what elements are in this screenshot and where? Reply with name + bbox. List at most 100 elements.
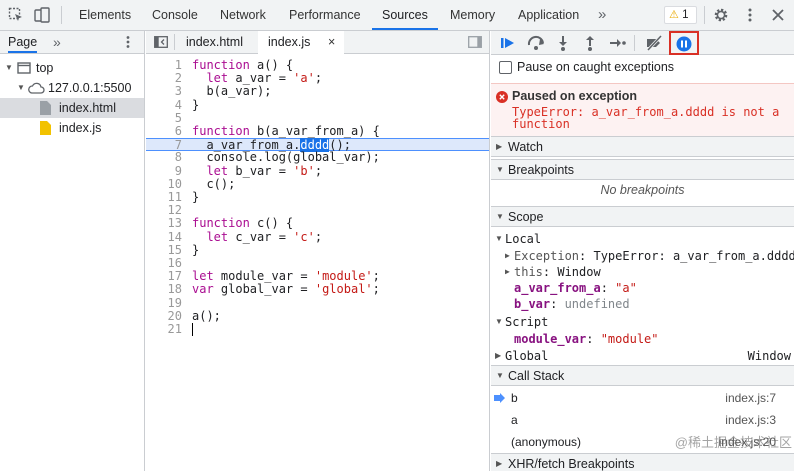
line-number[interactable]: 21 — [146, 322, 182, 336]
scope-module-var[interactable]: module_var: "module" — [491, 331, 794, 347]
call-frame-location[interactable]: index.js:3 — [725, 409, 776, 431]
code-line[interactable]: 8 console.log(global_var); — [146, 151, 489, 164]
tab-page[interactable]: Page — [8, 31, 38, 53]
tab-application[interactable]: Application — [518, 0, 579, 30]
scope-this[interactable]: ▶ this: Window — [491, 264, 794, 280]
code-line[interactable]: 2 let a_var = 'a'; — [146, 71, 489, 85]
code-line[interactable]: 10 c(); — [146, 177, 489, 191]
code-line[interactable]: 14 let c_var = 'c'; — [146, 230, 489, 244]
scope-b-var[interactable]: b_var: undefined — [491, 296, 794, 312]
line-number[interactable]: 3 — [146, 85, 182, 98]
call-stack-section-header[interactable]: ▼ Call Stack — [491, 365, 794, 386]
settings-gear-icon[interactable] — [713, 7, 729, 23]
toggle-navigator-icon[interactable] — [154, 36, 168, 48]
tab-console[interactable]: Console — [152, 0, 198, 30]
section-title: Call Stack — [508, 369, 565, 383]
pause-on-exceptions-button[interactable] — [669, 31, 699, 55]
navigator-header: Page » — [0, 31, 144, 54]
customize-menu-icon[interactable] — [742, 7, 758, 23]
line-number[interactable]: 19 — [146, 296, 182, 310]
tab-network[interactable]: Network — [220, 0, 266, 30]
file-navigator: Page » ▼ top ▼ 127.0.0.1:5500 index.html… — [0, 31, 145, 471]
navigator-menu-icon[interactable] — [121, 35, 135, 49]
scope-value: TypeError: a_var_from_a.dddd — [593, 249, 794, 263]
tree-item-index-html[interactable]: index.html — [0, 98, 144, 118]
scope-local-label: Local — [505, 232, 542, 246]
pause-on-caught-checkbox[interactable] — [499, 61, 512, 74]
line-number[interactable]: 13 — [146, 217, 182, 230]
paused-error-message: TypeError: a_var_from_a.dddd is not a fu… — [512, 105, 780, 131]
inspect-element-icon[interactable] — [8, 7, 24, 23]
call-frame-location[interactable]: index.js:7 — [725, 387, 776, 409]
line-number[interactable]: 14 — [146, 230, 182, 244]
scope-exception[interactable]: ▶ Exception: TypeError: a_var_from_a.ddd… — [491, 248, 794, 264]
line-number[interactable]: 18 — [146, 283, 182, 296]
scope-value: "module" — [600, 332, 659, 346]
tree-item-host[interactable]: ▼ 127.0.0.1:5500 — [0, 78, 144, 98]
code-line[interactable]: 13 function c() { — [146, 217, 489, 230]
tab-performance[interactable]: Performance — [289, 0, 361, 30]
scope-script[interactable]: ▼ Script — [491, 314, 794, 330]
code-line[interactable]: 11} — [146, 190, 489, 204]
breakpoints-section-header[interactable]: ▼ Breakpoints — [491, 159, 794, 180]
expand-arrow-icon[interactable]: ▼ — [5, 58, 13, 78]
code-text: let b_var = 'b'; — [206, 163, 323, 178]
call-frame[interactable]: a index.js:3 — [491, 409, 794, 431]
scope-local[interactable]: ▼ Local — [491, 231, 794, 247]
editor-tab-index-js[interactable]: index.js × — [258, 31, 344, 54]
step-into-icon[interactable] — [553, 34, 573, 52]
debugger-divider — [634, 35, 635, 51]
code-line[interactable]: 4} — [146, 98, 489, 112]
code-line[interactable]: 21 — [146, 322, 489, 336]
code-line[interactable]: 3 b(a_var); — [146, 85, 489, 98]
code-line[interactable]: 12 — [146, 203, 489, 217]
no-breakpoints-text: No breakpoints — [600, 183, 685, 197]
scope-global-label: Global — [505, 349, 549, 363]
scope-section-header[interactable]: ▼ Scope — [491, 206, 794, 227]
tree-item-index-js[interactable]: index.js — [0, 118, 144, 138]
error-icon — [496, 91, 508, 103]
code-text: function b(a_var_from_a) { — [192, 124, 380, 138]
line-number[interactable]: 6 — [146, 124, 182, 138]
code-line[interactable]: 5 — [146, 111, 489, 125]
scope-key: Exception — [514, 249, 580, 263]
navigator-more-chevron[interactable]: » — [53, 31, 61, 53]
code-text: b(a_var); — [192, 84, 272, 99]
expand-arrow-icon[interactable]: ▼ — [17, 78, 25, 98]
debugger-sidebar: Pause on caught exceptions Paused on exc… — [491, 31, 794, 471]
close-devtools-icon[interactable] — [770, 7, 786, 23]
code-line[interactable]: 18 var global_var = 'global'; — [146, 283, 489, 296]
warnings-badge[interactable]: ⚠ 1 — [664, 6, 697, 24]
xhr-breakpoints-section-header[interactable]: ▶ XHR/fetch Breakpoints — [491, 453, 794, 471]
line-number[interactable]: 8 — [146, 151, 182, 164]
toggle-debugger-icon[interactable] — [468, 36, 482, 48]
tab-memory[interactable]: Memory — [450, 0, 495, 30]
more-tabs-chevron[interactable]: » — [598, 0, 606, 30]
code-line[interactable]: 19 — [146, 296, 489, 310]
watch-section-header[interactable]: ▶ Watch — [491, 136, 794, 157]
line-number[interactable]: 4 — [146, 98, 182, 112]
deactivate-breakpoints-icon[interactable] — [644, 34, 664, 52]
call-frame[interactable]: b index.js:7 — [491, 387, 794, 409]
code-line[interactable]: 20 a(); — [146, 309, 489, 323]
tab-elements[interactable]: Elements — [79, 0, 131, 30]
code-line[interactable]: 15} — [146, 243, 489, 257]
close-tab-icon[interactable]: × — [328, 31, 335, 53]
line-number[interactable]: 9 — [146, 164, 182, 178]
code-line[interactable]: 6 function b(a_var_from_a) { — [146, 124, 489, 138]
tree-item-top[interactable]: ▼ top — [0, 58, 144, 78]
editor-tab-index-html[interactable]: index.html — [182, 31, 247, 53]
code-line[interactable]: 9 let b_var = 'b'; — [146, 163, 489, 178]
step-out-icon[interactable] — [580, 34, 600, 52]
code-line[interactable]: 17 let module_var = 'module'; — [146, 269, 489, 283]
html-file-icon — [40, 101, 51, 115]
device-toolbar-icon[interactable] — [34, 7, 50, 23]
code-line-paused[interactable]: 7 a_var_from_a.dddd(); — [146, 138, 489, 153]
scope-a-var-from-a[interactable]: a_var_from_a: "a" — [491, 280, 794, 296]
code-text: } — [192, 190, 200, 204]
tab-sources[interactable]: Sources — [382, 0, 428, 30]
step-icon[interactable] — [607, 34, 627, 52]
scope-global[interactable]: ▶ Global Window — [491, 348, 794, 364]
step-over-icon[interactable] — [526, 34, 546, 52]
resume-icon[interactable] — [498, 34, 518, 52]
